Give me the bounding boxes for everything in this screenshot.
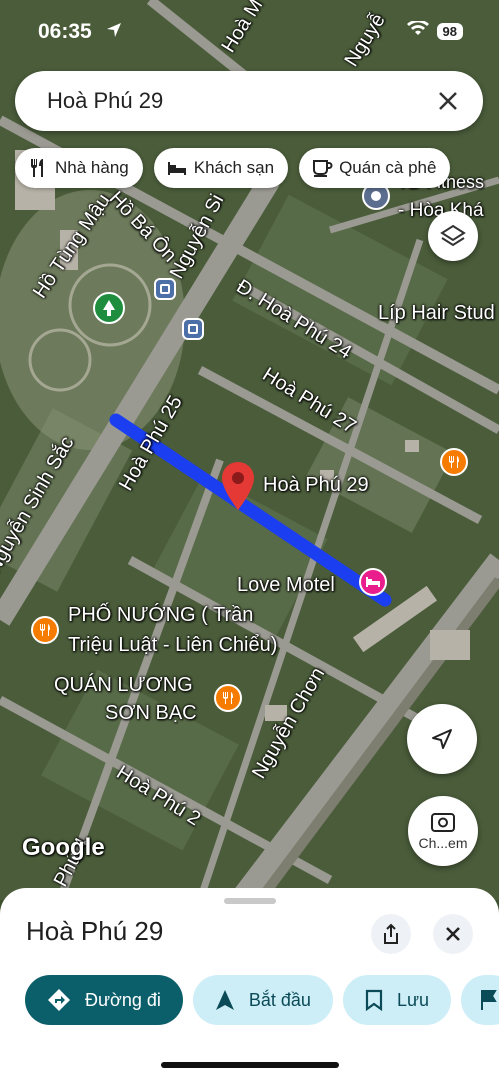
camera-icon [431, 813, 455, 832]
clear-search-button[interactable] [435, 88, 461, 114]
hotel-poi-icon[interactable] [359, 568, 387, 596]
lens-label: Ch...em [418, 835, 468, 851]
restaurant-poi-icon[interactable] [214, 684, 242, 712]
directions-button[interactable]: Đường đi [25, 975, 183, 1025]
search-bar[interactable]: Hoà Phú 29 [15, 71, 483, 131]
layers-icon [440, 224, 466, 247]
navigation-arrow-icon [215, 990, 234, 1010]
navigation-arrow-icon [432, 729, 452, 749]
place-title: Hoà Phú 29 [26, 916, 164, 946]
status-bar: 06:35 98 [0, 0, 499, 64]
drag-handle[interactable] [224, 898, 276, 904]
directions-icon [48, 989, 70, 1011]
restaurant-poi-icon[interactable] [440, 448, 468, 476]
place-bottom-sheet[interactable]: Hoà Phú 29 Đường đi Bắt đầu Lưu [0, 888, 499, 1080]
chip-hotels[interactable]: Khách sạn [153, 148, 289, 188]
start-navigation-button[interactable]: Bắt đầu [192, 975, 333, 1025]
more-actions-button[interactable] [461, 975, 499, 1025]
google-logo: Google [22, 834, 105, 861]
search-query[interactable]: Hoà Phú 29 [47, 88, 163, 114]
status-time: 06:35 [38, 20, 92, 43]
home-indicator [161, 1062, 339, 1068]
battery-indicator: 98 [436, 23, 463, 40]
bookmark-icon [365, 989, 383, 1011]
location-arrow-icon [106, 22, 122, 43]
place-label: PHỐ NƯỚNG ( Trần [68, 604, 254, 626]
location-pin-icon[interactable] [222, 462, 254, 510]
park-tree-icon[interactable] [93, 292, 125, 324]
close-icon [446, 927, 460, 941]
my-location-button[interactable] [407, 704, 477, 774]
share-icon [384, 923, 398, 944]
category-chips: Nhà hàng Khách sạn Quán cà phê [15, 148, 451, 188]
bed-icon [167, 162, 186, 175]
bus-stop-icon[interactable] [182, 318, 204, 340]
wifi-icon [406, 19, 429, 42]
share-button[interactable] [371, 914, 411, 954]
restaurant-poi-icon[interactable] [31, 616, 59, 644]
layers-button[interactable] [428, 211, 478, 261]
chip-restaurants[interactable]: Nhà hàng [15, 148, 143, 188]
flag-icon [481, 990, 497, 1010]
close-icon [439, 92, 457, 110]
save-button[interactable]: Lưu [342, 975, 452, 1025]
place-label: Triệu Luật - Liên Chiểu) [68, 634, 278, 656]
camera-lens-button[interactable]: Ch...em [408, 796, 478, 866]
place-label: Líp Hair Stud [378, 302, 495, 324]
bus-stop-icon[interactable] [154, 278, 176, 300]
chip-cafes[interactable]: Quán cà phê [299, 148, 451, 188]
fork-knife-icon [31, 159, 43, 177]
place-label: QUÁN LƯƠNG [54, 674, 193, 696]
selected-place-label: Hoà Phú 29 [263, 474, 369, 496]
place-label: Love Motel [237, 574, 335, 596]
place-label: SƠN BẠC [105, 702, 197, 724]
close-sheet-button[interactable] [433, 914, 473, 954]
coffee-cup-icon [313, 160, 333, 177]
